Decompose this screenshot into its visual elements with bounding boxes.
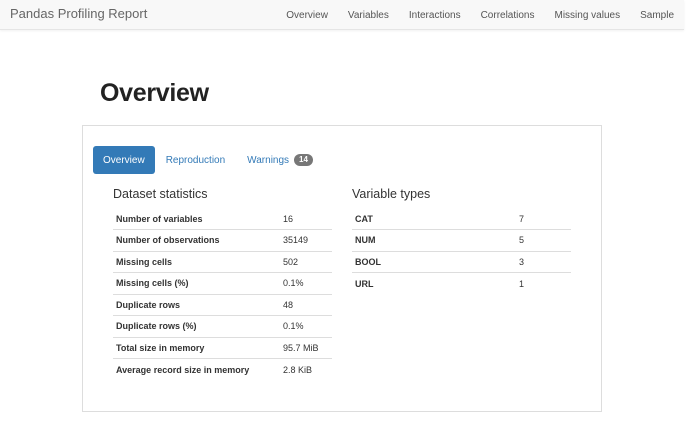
table-row: Number of observations 35149 [113,229,332,251]
nav-link-correlations[interactable]: Correlations [471,10,545,21]
stat-value: 95.7 MiB [280,336,332,359]
table-row: Duplicate rows (%) 0.1% [113,315,332,337]
stat-label: Number of observations [113,229,280,251]
type-count: 5 [516,229,571,251]
type-count: 7 [519,213,525,224]
stat-label: Average record size in memory [113,358,280,380]
table-row: Average record size in memory 2.8 KiB [113,358,332,380]
stat-label: Duplicate rows [113,293,280,316]
table-row: CAT 7 [352,208,571,230]
stat-label: Number of variables [116,213,203,224]
nav-link-missing-values[interactable]: Missing values [545,10,631,21]
stat-label: Missing cells (%) [113,272,280,294]
stat-value: 35149 [280,229,332,251]
type-label: CAT [355,213,373,224]
table-row: Missing cells 502 [113,250,332,273]
dataset-statistics-title: Dataset statistics [113,187,208,201]
stat-value: 48 [280,293,332,316]
type-label: URL [352,272,516,294]
stat-value: 0.1% [280,315,332,337]
stat-value: 502 [280,250,332,273]
table-row: Duplicate rows 48 [113,293,332,316]
table-row: Missing cells (%) 0.1% [113,272,332,294]
nav-link-overview[interactable]: Overview [276,10,338,21]
table-row: Total size in memory 95.7 MiB [113,336,332,359]
nav-link-interactions[interactable]: Interactions [399,10,471,21]
nav-link-variables[interactable]: Variables [338,10,399,21]
overview-panel: Overview Reproduction Warnings 14 Datase… [82,125,602,412]
type-count: 1 [516,272,571,294]
nav-link-sample[interactable]: Sample [630,10,684,21]
page-title: Overview [100,79,209,107]
type-label: BOOL [352,250,516,273]
top-navbar: Pandas Profiling Report Overview Variabl… [0,0,684,30]
stat-value: 16 [283,213,294,224]
table-row: NUM 5 [352,229,571,251]
tab-reproduction[interactable]: Reproduction [166,146,225,174]
variable-types-title: Variable types [352,187,431,201]
overview-tabs: Overview Reproduction Warnings 14 [93,146,313,174]
stat-label: Total size in memory [113,336,280,359]
type-count: 3 [516,250,571,273]
stat-label: Duplicate rows (%) [113,315,280,337]
stat-value: 2.8 KiB [280,358,332,380]
tab-warnings-label: Warnings [247,154,290,166]
tab-warnings[interactable]: Warnings 14 [247,146,313,174]
nav-links: Overview Variables Interactions Correlat… [276,0,684,30]
tab-overview[interactable]: Overview [93,146,155,174]
dataset-statistics-table: Number of variables 16 Number of observa… [113,208,332,380]
table-row: URL 1 [352,272,571,294]
stat-value: 0.1% [280,272,332,294]
table-row: BOOL 3 [352,250,571,273]
type-label: NUM [352,229,516,251]
brand-title[interactable]: Pandas Profiling Report [10,6,147,21]
variable-types-table: CAT 7 NUM 5 BOOL 3 URL 1 [352,208,571,294]
warnings-count-badge: 14 [294,154,313,166]
table-row: Number of variables 16 [113,208,332,230]
stat-label: Missing cells [113,250,280,273]
